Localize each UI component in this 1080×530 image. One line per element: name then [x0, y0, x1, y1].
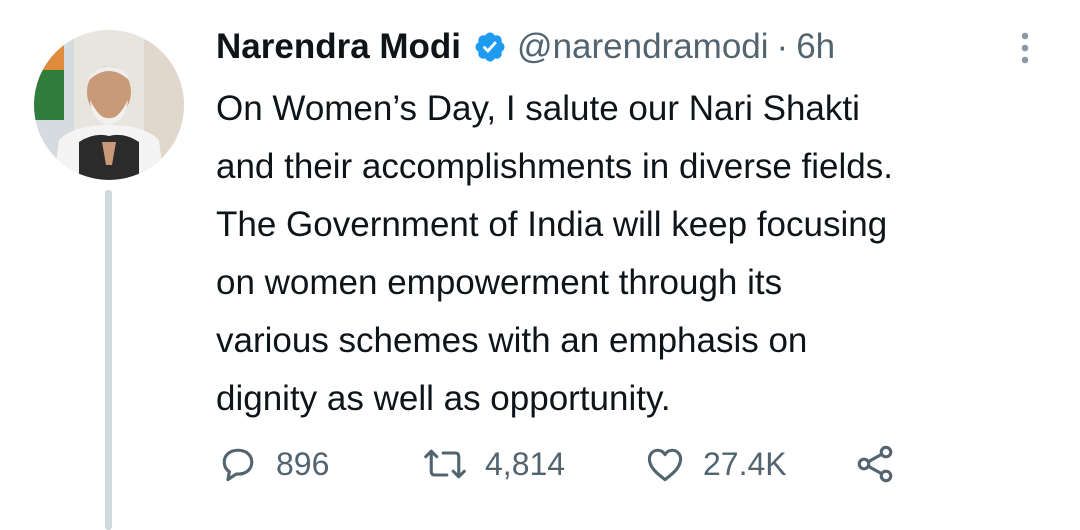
thread-line [105, 190, 112, 530]
like-count: 27.4K [703, 445, 787, 482]
share-button[interactable] [853, 442, 897, 486]
tweet-timestamp[interactable]: 6h [796, 27, 835, 67]
avatar[interactable] [34, 30, 184, 180]
tweet-header: Narendra Modi @narendramodi · 6h [216, 22, 835, 72]
more-vertical-icon[interactable] [1013, 28, 1037, 68]
avatar-image [34, 30, 184, 180]
share-icon [853, 442, 897, 486]
reply-icon [216, 442, 260, 486]
reply-button[interactable]: 896 [216, 442, 421, 486]
retweet-icon [421, 442, 469, 486]
verified-badge-icon [473, 30, 507, 64]
tweet-text: On Women’s Day, I salute our Nari Shakti… [216, 89, 893, 418]
like-button[interactable]: 27.4K [643, 442, 853, 486]
tweet-actions: 896 4,814 27.4K [216, 438, 897, 490]
reply-count: 896 [276, 445, 330, 482]
author-handle[interactable]: @narendramodi [517, 27, 769, 67]
heart-icon [643, 442, 687, 486]
author-display-name[interactable]: Narendra Modi [216, 27, 461, 67]
retweet-count: 4,814 [485, 445, 566, 482]
retweet-button[interactable]: 4,814 [421, 442, 643, 486]
separator-dot: · [776, 27, 789, 66]
